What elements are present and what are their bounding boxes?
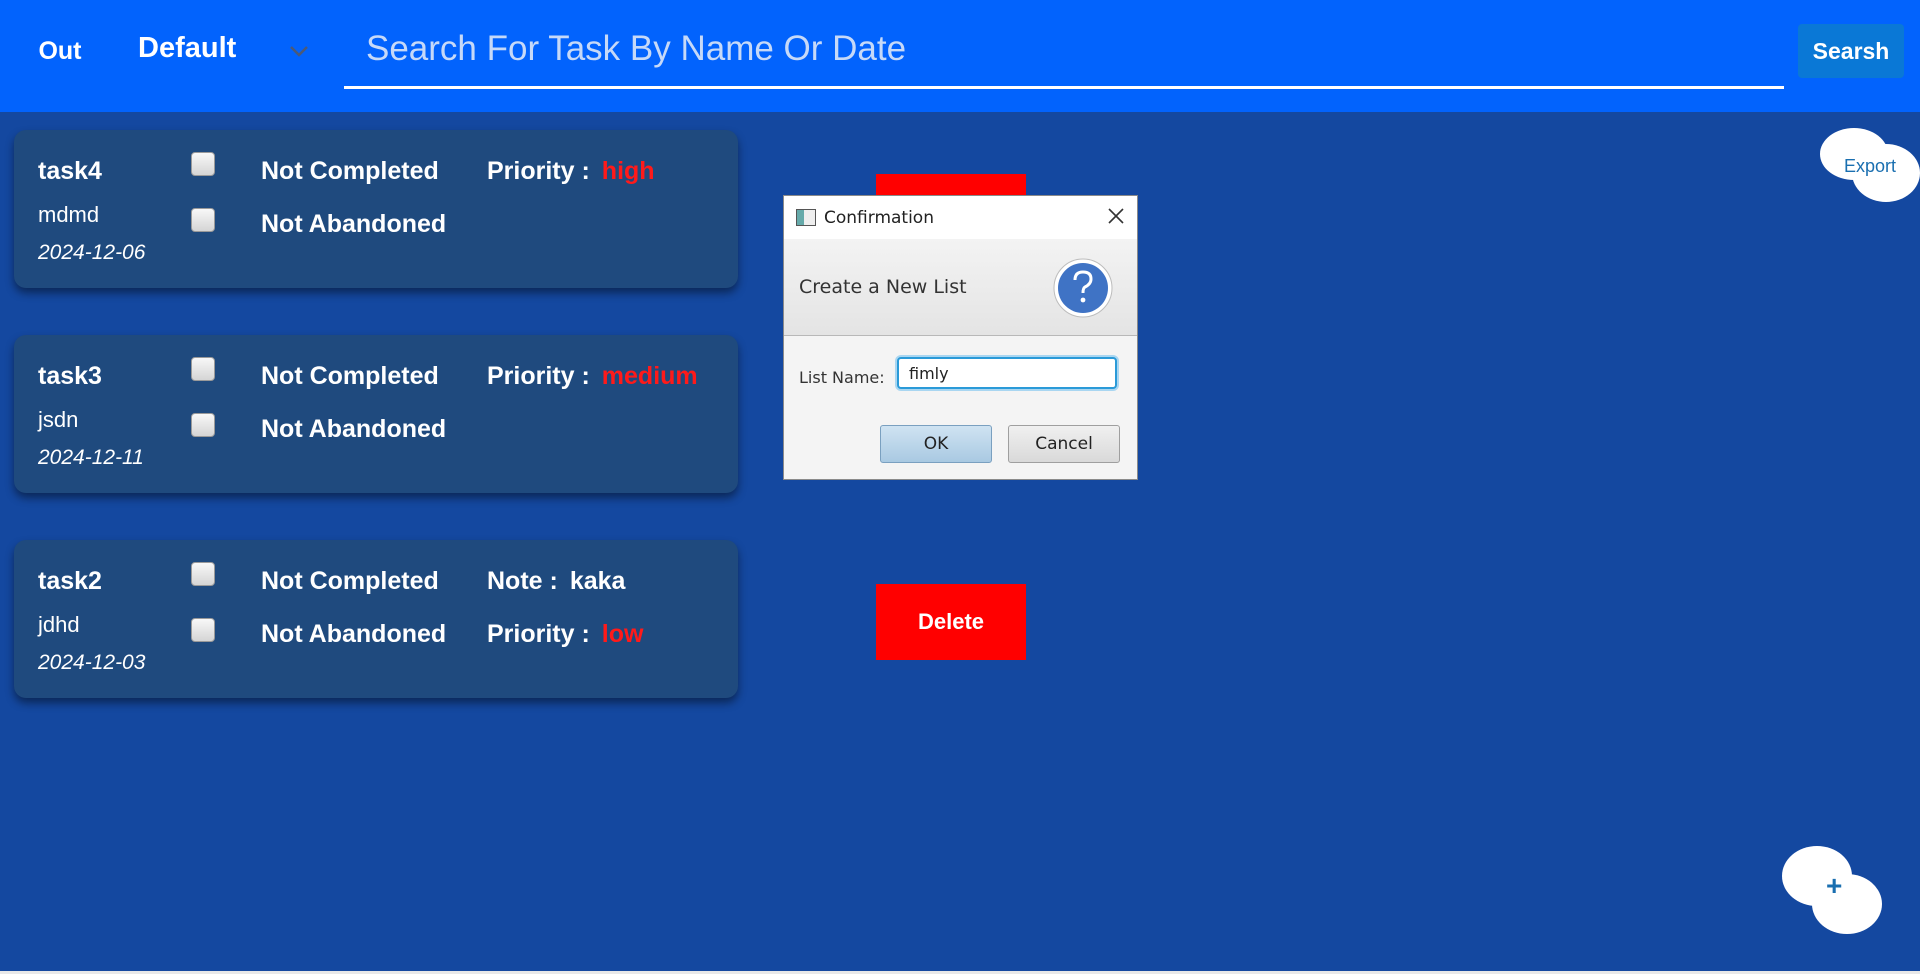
abandoned-checkbox[interactable]	[191, 413, 215, 437]
delete-button[interactable]: Delete	[876, 584, 1026, 660]
note-field: Note : kaka	[487, 567, 625, 596]
search-input[interactable]	[344, 18, 1784, 80]
export-label: Export	[1844, 156, 1897, 176]
top-bar: Out Default Searsh	[0, 0, 1920, 112]
task-description: mdmd	[38, 202, 100, 227]
priority-label: Priority :	[487, 157, 590, 185]
ok-button[interactable]: OK	[880, 425, 992, 463]
out-button[interactable]: Out	[26, 30, 94, 72]
priority-value: low	[601, 620, 644, 648]
task-card[interactable]: task3 jsdn 2024-12-11 Not Completed Not …	[14, 335, 738, 493]
close-icon[interactable]	[1106, 206, 1126, 226]
priority-field: Priority : medium	[487, 362, 698, 391]
completed-status: Not Completed	[261, 362, 439, 390]
note-label: Note :	[487, 567, 558, 595]
dialog-titlebar: Confirmation	[784, 196, 1137, 239]
search-button[interactable]: Searsh	[1798, 24, 1904, 78]
note-value: kaka	[569, 567, 626, 595]
list-selected-value: Default	[138, 32, 237, 64]
priority-label: Priority :	[487, 620, 590, 648]
task-card[interactable]: task4 mdmd 2024-12-06 Not Completed Not …	[14, 130, 738, 288]
abandoned-status: Not Abandoned	[261, 620, 447, 648]
dialog-title: Confirmation	[824, 208, 934, 228]
priority-value: high	[601, 157, 655, 185]
chevron-down-icon	[290, 46, 308, 57]
completed-checkbox[interactable]	[191, 562, 215, 586]
task-card[interactable]: task2 jdhd 2024-12-03 Not Completed Not …	[14, 540, 738, 698]
task-description: jdhd	[38, 612, 80, 637]
list-selector[interactable]: Default	[126, 28, 316, 74]
list-name-input[interactable]	[897, 357, 1117, 389]
priority-label: Priority :	[487, 362, 590, 390]
task-name: task4	[38, 157, 102, 185]
priority-value: medium	[601, 362, 698, 390]
task-description: jsdn	[38, 407, 79, 432]
completed-checkbox[interactable]	[191, 357, 215, 381]
search-field-wrap	[344, 18, 1784, 89]
abandoned-checkbox[interactable]	[191, 208, 215, 232]
dialog-header: Create a New List	[784, 239, 1137, 336]
abandoned-status: Not Abandoned	[261, 415, 447, 443]
cancel-button[interactable]: Cancel	[1008, 425, 1120, 463]
task-name: task2	[38, 567, 102, 595]
add-bubble	[1812, 874, 1882, 934]
dialog-header-text: Create a New List	[799, 276, 967, 298]
confirmation-dialog: Confirmation Create a New List List Name…	[783, 195, 1138, 480]
plus-icon: +	[1826, 870, 1843, 901]
task-date: 2024-12-03	[38, 651, 146, 674]
abandoned-status: Not Abandoned	[261, 210, 447, 238]
priority-field: Priority : high	[487, 157, 655, 186]
abandoned-checkbox[interactable]	[191, 618, 215, 642]
task-name: task3	[38, 362, 102, 390]
task-date: 2024-12-11	[38, 446, 144, 469]
add-task-button[interactable]: +	[1780, 844, 1884, 936]
list-name-label: List Name:	[799, 368, 885, 387]
question-icon	[1053, 258, 1113, 318]
task-date: 2024-12-06	[38, 241, 146, 264]
completed-status: Not Completed	[261, 157, 439, 185]
app-window-icon	[796, 209, 816, 226]
priority-field: Priority : low	[487, 620, 643, 649]
export-button[interactable]: Export	[1816, 126, 1920, 206]
completed-status: Not Completed	[261, 567, 439, 595]
completed-checkbox[interactable]	[191, 152, 215, 176]
